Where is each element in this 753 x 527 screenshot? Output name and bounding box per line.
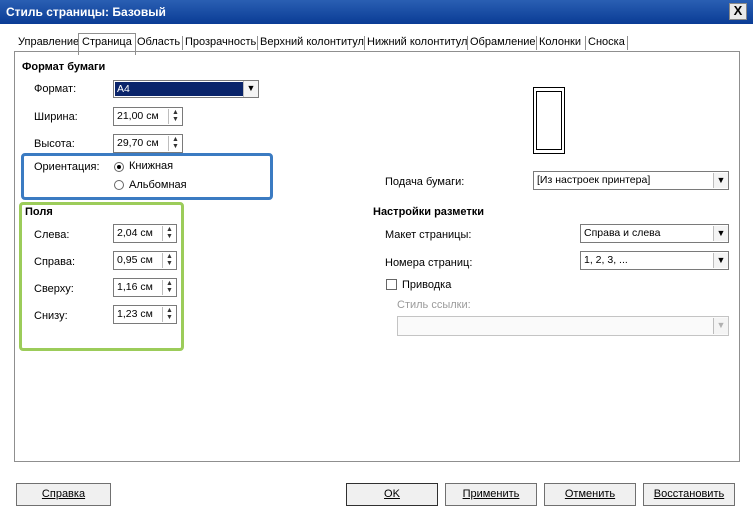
height-label: Высота: — [34, 138, 75, 150]
apply-button[interactable]: Применить — [445, 483, 537, 506]
page-numbers-label: Номера страниц: — [385, 257, 473, 269]
paper-tray-label: Подача бумаги: — [385, 176, 465, 188]
tab-separator — [627, 36, 628, 50]
width-spinbox[interactable]: 21,00 см ▲ ▼ — [113, 107, 183, 126]
margin-left-spinbox[interactable]: 2,04 см ▲ ▼ — [113, 224, 177, 243]
window-title: Стиль страницы: Базовый — [6, 5, 166, 19]
register-true-label[interactable]: Приводка — [402, 279, 451, 291]
tab-header[interactable]: Верхний колонтитул — [260, 36, 364, 51]
page-layout-value: Справа и слева — [584, 227, 661, 239]
margin-bottom-value: 1,23 см — [117, 308, 153, 320]
height-value: 29,70 см — [117, 137, 159, 149]
paper-format-heading: Формат бумаги — [22, 61, 106, 73]
tab-columns[interactable]: Колонки — [539, 36, 581, 51]
tab-borders[interactable]: Обрамление — [470, 36, 536, 51]
layout-settings-heading: Настройки разметки — [373, 206, 485, 218]
tab-separator — [364, 36, 365, 50]
margin-right-spinbox[interactable]: 0,95 см ▲ ▼ — [113, 251, 177, 270]
tab-transparency[interactable]: Прозрачность — [185, 36, 256, 51]
tab-footnote[interactable]: Сноска — [588, 36, 625, 51]
margin-bottom-label: Снизу: — [34, 310, 68, 322]
spin-up-down-icon[interactable]: ▲ ▼ — [168, 109, 182, 124]
spin-up-down-icon[interactable]: ▲ ▼ — [162, 253, 176, 268]
page-layout-label: Макет страницы: — [385, 229, 472, 241]
page-preview — [533, 87, 565, 154]
portrait-label[interactable]: Книжная — [129, 160, 173, 172]
page-numbers-select[interactable]: 1, 2, 3, ... ▼ — [580, 251, 729, 270]
margin-top-value: 1,16 см — [117, 281, 153, 293]
format-select[interactable]: A4 ▼ — [113, 80, 259, 98]
chevron-down-icon: ▼ — [713, 253, 728, 268]
help-button[interactable]: Справка — [16, 483, 111, 506]
page-numbers-value: 1, 2, 3, ... — [584, 254, 628, 266]
spin-up-down-icon[interactable]: ▲ ▼ — [162, 226, 176, 241]
tab-management[interactable]: Управление — [18, 36, 79, 51]
width-label: Ширина: — [34, 111, 78, 123]
landscape-radio[interactable] — [114, 180, 124, 190]
margin-right-value: 0,95 см — [117, 254, 153, 266]
margins-heading: Поля — [25, 206, 53, 218]
paper-tray-select[interactable]: [Из настроек принтера] ▼ — [533, 171, 729, 190]
format-selected-value: A4 — [115, 82, 243, 96]
margin-right-label: Справа: — [34, 256, 76, 268]
page-preview-margins — [536, 91, 562, 150]
tab-separator — [182, 36, 183, 50]
spin-up-down-icon[interactable]: ▲ ▼ — [162, 280, 176, 295]
chevron-down-icon: ▼ — [713, 173, 728, 188]
width-value: 21,00 см — [117, 110, 159, 122]
cancel-button[interactable]: Отменить — [544, 483, 636, 506]
reference-style-select: ▼ — [397, 316, 729, 336]
margin-top-spinbox[interactable]: 1,16 см ▲ ▼ — [113, 278, 177, 297]
close-button[interactable]: X — [729, 3, 747, 20]
page-layout-select[interactable]: Справа и слева ▼ — [580, 224, 729, 243]
margin-left-label: Слева: — [34, 229, 70, 241]
format-label: Формат: — [34, 83, 77, 95]
chevron-down-icon: ▼ — [243, 81, 258, 97]
spin-up-down-icon[interactable]: ▲ ▼ — [168, 136, 182, 151]
tab-area[interactable]: Область — [137, 36, 180, 51]
portrait-radio[interactable] — [114, 162, 124, 172]
orientation-label: Ориентация: — [34, 161, 100, 173]
tab-separator — [536, 36, 537, 50]
spin-up-down-icon[interactable]: ▲ ▼ — [162, 307, 176, 322]
paper-tray-value: [Из настроек принтера] — [537, 174, 651, 186]
margin-left-value: 2,04 см — [117, 227, 153, 239]
tab-separator — [467, 36, 468, 50]
tab-separator — [257, 36, 258, 50]
reference-style-label: Стиль ссылки: — [397, 299, 471, 311]
margin-bottom-spinbox[interactable]: 1,23 см ▲ ▼ — [113, 305, 177, 324]
chevron-down-icon: ▼ — [713, 226, 728, 241]
margin-top-label: Сверху: — [34, 283, 74, 295]
landscape-label[interactable]: Альбомная — [129, 179, 187, 191]
ok-button[interactable]: OK — [346, 483, 438, 506]
register-true-checkbox[interactable] — [386, 279, 397, 290]
radio-selected-dot — [117, 165, 121, 169]
window-titlebar: Стиль страницы: Базовый — [0, 0, 753, 24]
tab-footer[interactable]: Нижний колонтитул — [367, 36, 467, 51]
height-spinbox[interactable]: 29,70 см ▲ ▼ — [113, 134, 183, 153]
chevron-down-icon: ▼ — [713, 318, 728, 334]
tab-separator — [585, 36, 586, 50]
reset-button[interactable]: Восстановить — [643, 483, 735, 506]
